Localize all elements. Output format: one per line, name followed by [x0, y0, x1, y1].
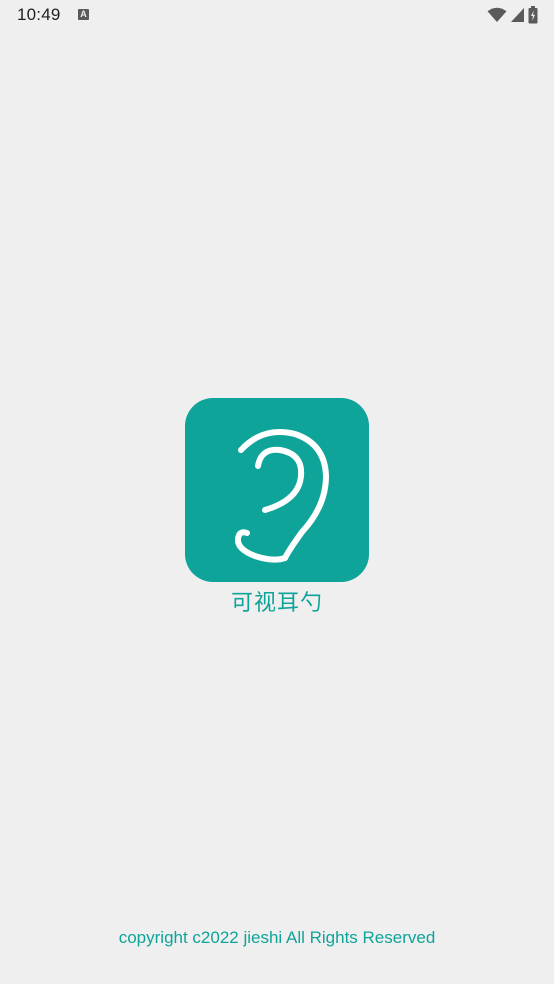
- status-icons: [487, 6, 538, 24]
- copyright-text: copyright c2022 jieshi All Rights Reserv…: [118, 928, 436, 947]
- ear-icon: [185, 398, 369, 582]
- status-time: 10:49: [17, 5, 61, 24]
- a-icon: A: [78, 9, 89, 20]
- status-bar: 10:49 A: [0, 0, 554, 32]
- app-icon: [185, 398, 369, 582]
- signal-icon: [510, 7, 525, 23]
- battery-icon: [528, 6, 538, 24]
- wifi-icon: [487, 7, 507, 23]
- app-name: 可视耳勺: [230, 591, 323, 616]
